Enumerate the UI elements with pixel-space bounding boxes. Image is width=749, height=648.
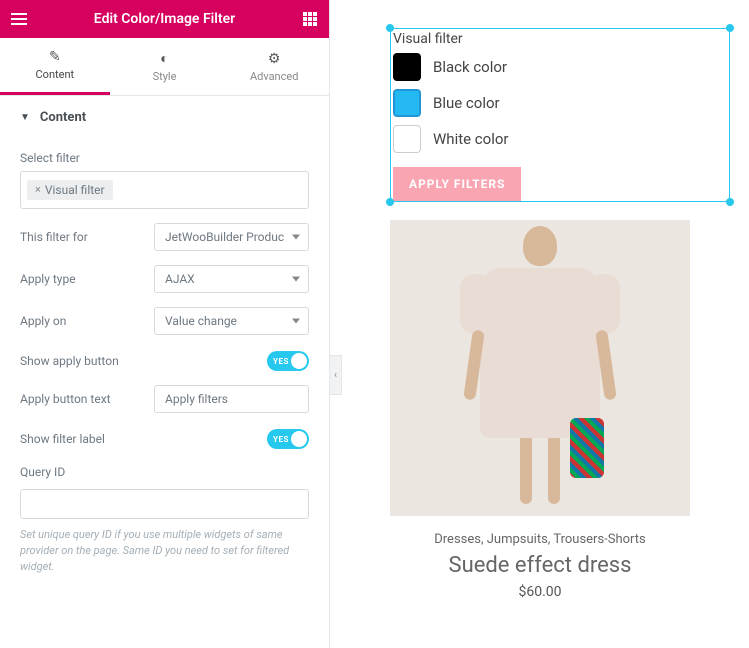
- swatch-white: [393, 125, 421, 153]
- tab-content-label: Content: [36, 68, 75, 81]
- filter-tag-label: Visual filter: [45, 183, 105, 197]
- apply-button-text-label: Apply button text: [20, 392, 154, 406]
- section-content-header[interactable]: ▼ Content: [0, 96, 329, 137]
- product-name: Suede effect dress: [390, 553, 690, 578]
- apply-type-label: Apply type: [20, 272, 154, 286]
- chevron-left-icon: ‹: [334, 370, 337, 381]
- product-categories: Dresses, Jumpsuits, Trousers-Shorts: [390, 532, 690, 547]
- selection-handle[interactable]: [386, 24, 394, 32]
- selected-widget[interactable]: Visual filter Black color Blue color Whi…: [390, 28, 730, 202]
- hamburger-icon: [11, 13, 27, 25]
- section-content-title: Content: [40, 110, 86, 125]
- panel-title: Edit Color/Image Filter: [38, 11, 291, 27]
- tab-content[interactable]: ✎ Content: [0, 38, 110, 95]
- tab-advanced-label: Advanced: [250, 70, 298, 83]
- tab-style-label: Style: [153, 70, 177, 83]
- gear-icon: ⚙: [268, 51, 281, 67]
- query-id-help: Set unique query ID if you use multiple …: [20, 527, 309, 575]
- show-filter-label-toggle[interactable]: YES: [267, 429, 309, 449]
- this-filter-for-label: This filter for: [20, 230, 154, 244]
- remove-tag-icon[interactable]: ×: [35, 183, 41, 196]
- apply-on-select[interactable]: Value change: [154, 307, 309, 335]
- tab-advanced[interactable]: ⚙ Advanced: [219, 38, 329, 95]
- show-filter-label-label: Show filter label: [20, 432, 267, 446]
- grid-icon: [303, 12, 317, 26]
- apply-filters-button[interactable]: APPLY FILTERS: [393, 167, 521, 201]
- apply-type-select[interactable]: AJAX: [154, 265, 309, 293]
- selection-handle[interactable]: [386, 198, 394, 206]
- query-id-label: Query ID: [20, 465, 309, 479]
- visual-filter-title: Visual filter: [393, 31, 729, 47]
- color-option-blue[interactable]: Blue color: [393, 89, 729, 117]
- filter-tag: × Visual filter: [27, 180, 113, 200]
- caret-down-icon: ▼: [20, 112, 30, 123]
- apply-button-text-input[interactable]: [154, 385, 309, 413]
- contrast-icon: ◐: [160, 50, 168, 67]
- show-apply-button-toggle[interactable]: YES: [267, 351, 309, 371]
- panel-tabs: ✎ Content ◐ Style ⚙ Advanced: [0, 38, 329, 96]
- swatch-black: [393, 53, 421, 81]
- color-option-white[interactable]: White color: [393, 125, 729, 153]
- product-price: $60.00: [390, 584, 690, 600]
- product-image: [390, 220, 690, 516]
- selection-handle[interactable]: [726, 198, 734, 206]
- color-option-black[interactable]: Black color: [393, 53, 729, 81]
- pencil-icon: ✎: [49, 49, 61, 65]
- show-apply-button-label: Show apply button: [20, 354, 267, 368]
- swatch-black-label: Black color: [433, 58, 507, 76]
- select-filter-label: Select filter: [20, 151, 309, 165]
- product-card[interactable]: Dresses, Jumpsuits, Trousers-Shorts Sued…: [390, 220, 690, 600]
- collapse-sidebar-button[interactable]: ‹: [330, 355, 342, 395]
- swatch-blue: [393, 89, 421, 117]
- tab-style[interactable]: ◐ Style: [110, 38, 220, 95]
- hamburger-menu-button[interactable]: [0, 0, 38, 38]
- apply-on-label: Apply on: [20, 314, 154, 328]
- query-id-input[interactable]: [20, 489, 309, 519]
- this-filter-for-select[interactable]: JetWooBuilder Produc: [154, 223, 309, 251]
- swatch-white-label: White color: [433, 130, 509, 148]
- selection-handle[interactable]: [726, 24, 734, 32]
- widgets-grid-button[interactable]: [291, 0, 329, 38]
- select-filter-input[interactable]: × Visual filter: [20, 171, 309, 209]
- swatch-blue-label: Blue color: [433, 94, 500, 112]
